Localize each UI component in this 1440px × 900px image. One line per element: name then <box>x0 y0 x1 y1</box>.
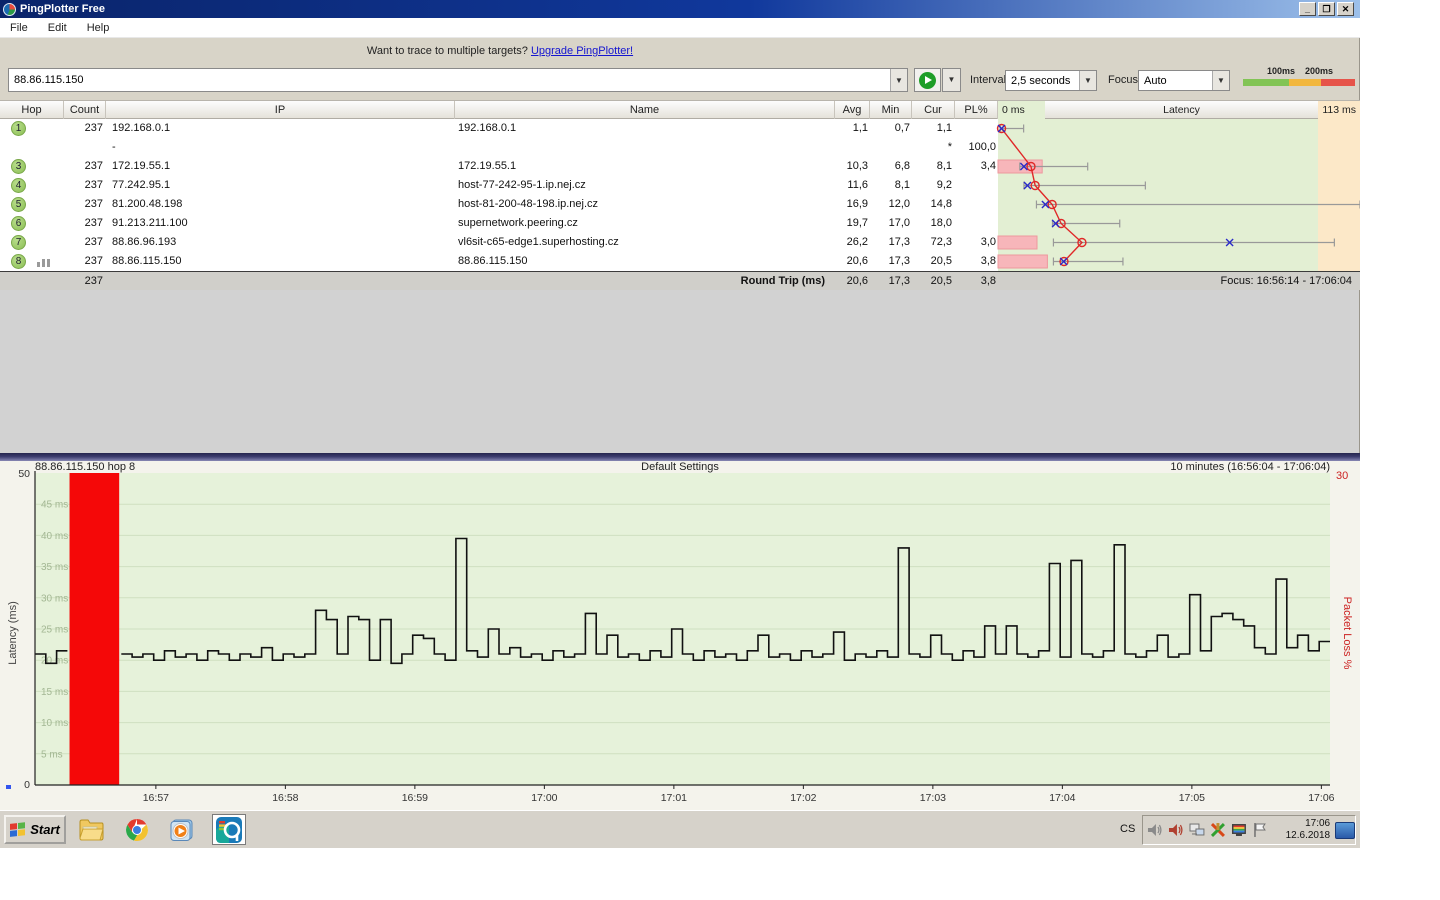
show-desktop-icon[interactable] <box>1335 822 1355 839</box>
chevron-down-icon[interactable]: ▼ <box>1212 71 1229 90</box>
toolbar: Want to trace to multiple targets? Upgra… <box>0 38 1360 100</box>
summary-label: Round Trip (ms) <box>600 272 825 291</box>
svg-text:0: 0 <box>24 779 30 791</box>
column-header-cur[interactable]: Cur <box>912 101 955 119</box>
pingplotter-icon <box>215 816 243 844</box>
menu-file[interactable]: File <box>0 20 38 36</box>
summary-count: 237 <box>60 272 103 291</box>
svg-text:5 ms: 5 ms <box>41 749 63 760</box>
pingplotter-taskbar-button[interactable] <box>212 814 246 845</box>
summary-cur: 20,5 <box>914 272 952 291</box>
legend-segment <box>1243 79 1289 86</box>
taskbar: Start <box>0 810 1360 848</box>
focus-combo[interactable]: Auto ▼ <box>1138 70 1230 91</box>
networx-icon[interactable] <box>1209 821 1227 839</box>
svg-text:17:06: 17:06 <box>1308 792 1334 804</box>
tray-date: 12.6.2018 <box>1274 830 1330 842</box>
latency-color-legend: 100ms200ms <box>1243 66 1355 94</box>
svg-text:40 ms: 40 ms <box>41 531 68 542</box>
media-player-icon[interactable] <box>168 817 194 843</box>
volume-icon[interactable] <box>1146 821 1164 839</box>
clock[interactable]: 17:06 12.6.2018 <box>1274 818 1330 842</box>
system-tray: 17:06 12.6.2018 <box>1142 815 1356 845</box>
column-header-latency: Latency <box>1045 101 1318 119</box>
svg-text:30: 30 <box>1336 470 1348 482</box>
chevron-down-icon[interactable]: ▼ <box>1079 71 1096 90</box>
menu-bar: FileEditHelp <box>0 18 1360 38</box>
windows-logo-icon <box>10 822 26 838</box>
trace-options-dropdown[interactable]: ▼ <box>942 68 961 92</box>
interval-label: Interval <box>970 74 1006 86</box>
flag-icon[interactable] <box>1251 821 1269 839</box>
legend-segment <box>1321 79 1355 86</box>
svg-text:Latency (ms): Latency (ms) <box>7 601 19 665</box>
pingplotter-app-icon <box>3 3 16 16</box>
menu-edit[interactable]: Edit <box>38 20 77 36</box>
svg-text:15 ms: 15 ms <box>41 687 68 698</box>
svg-text:17:02: 17:02 <box>790 792 816 804</box>
svg-text:17:00: 17:00 <box>531 792 557 804</box>
latency-scale-max: 113 ms <box>1318 101 1360 119</box>
interval-combo[interactable]: 2,5 seconds ▼ <box>1005 70 1097 91</box>
timeline-panel: Default Settings 88.86.115.150 hop 8 10 … <box>0 461 1360 810</box>
latency-range-graph <box>0 119 1360 271</box>
round-trip-summary-row: 237 Round Trip (ms) 20,6 17,3 20,5 3,8 F… <box>0 271 1360 290</box>
upgrade-prompt: Want to trace to multiple targets? Upgra… <box>0 45 1000 57</box>
svg-text:25 ms: 25 ms <box>41 625 68 636</box>
minimize-button[interactable]: _ <box>1299 2 1316 16</box>
keyboard-layout-indicator[interactable]: CS <box>1120 823 1135 835</box>
column-header-ip[interactable]: IP <box>106 101 455 119</box>
empty-client-area <box>0 290 1360 453</box>
focus-label: Focus <box>1108 74 1138 86</box>
svg-text:10 ms: 10 ms <box>41 718 68 729</box>
svg-text:35 ms: 35 ms <box>41 562 68 573</box>
svg-text:Packet Loss %: Packet Loss % <box>1341 597 1353 670</box>
chrome-icon[interactable] <box>124 817 150 843</box>
close-button[interactable]: ✕ <box>1337 2 1354 16</box>
column-header-count[interactable]: Count <box>64 101 106 119</box>
svg-text:16:58: 16:58 <box>272 792 298 804</box>
desktop: PingPlotter Free _ ❐ ✕ FileEditHelp Want… <box>0 0 1360 848</box>
column-header-pl[interactable]: PL% <box>955 101 998 119</box>
svg-text:17:05: 17:05 <box>1179 792 1205 804</box>
network-icon[interactable] <box>1188 821 1206 839</box>
column-header-hop[interactable]: Hop <box>0 101 64 119</box>
svg-text:17:03: 17:03 <box>920 792 946 804</box>
focus-range: Focus: 16:56:14 - 17:06:04 <box>1140 272 1352 291</box>
file-explorer-icon[interactable] <box>78 817 104 843</box>
restore-button[interactable]: ❐ <box>1318 2 1335 16</box>
trace-table-body: 1237192.168.0.1192.168.0.11,10,71,1-*100… <box>0 119 1360 271</box>
latency-scale-min: 0 ms <box>998 101 1045 119</box>
chevron-down-icon[interactable]: ▼ <box>890 69 907 91</box>
trace-table-header[interactable]: HopCountIPNameAvgMinCurPL%0 msLatency113… <box>0 100 1360 119</box>
svg-text:45 ms: 45 ms <box>41 500 68 511</box>
summary-pl: 3,8 <box>958 272 996 291</box>
upgrade-link[interactable]: Upgrade PingPlotter! <box>531 45 633 57</box>
tray-time: 17:06 <box>1274 818 1330 830</box>
target-address-combo[interactable]: 88.86.115.150 ▼ <box>8 68 908 92</box>
start-button[interactable]: Start <box>4 815 66 844</box>
start-trace-button[interactable] <box>914 68 941 92</box>
latency-timeline-chart[interactable]: 45 ms40 ms35 ms30 ms25 ms20 ms15 ms10 ms… <box>0 463 1360 808</box>
target-address-value: 88.86.115.150 <box>9 74 890 86</box>
window-title: PingPlotter Free <box>20 3 105 15</box>
svg-text:16:59: 16:59 <box>402 792 428 804</box>
svg-text:17:04: 17:04 <box>1049 792 1075 804</box>
play-icon <box>919 72 936 89</box>
menu-help[interactable]: Help <box>77 20 120 36</box>
summary-min: 17,3 <box>872 272 910 291</box>
display-settings-icon[interactable] <box>1230 821 1248 839</box>
svg-text:30 ms: 30 ms <box>41 593 68 604</box>
summary-avg: 20,6 <box>828 272 868 291</box>
column-header-min[interactable]: Min <box>870 101 912 119</box>
svg-text:16:57: 16:57 <box>143 792 169 804</box>
svg-text:50: 50 <box>18 468 30 480</box>
svg-text:17:01: 17:01 <box>661 792 687 804</box>
column-header-avg[interactable]: Avg <box>835 101 870 119</box>
window-titlebar[interactable]: PingPlotter Free _ ❐ ✕ <box>0 0 1360 18</box>
legend-segment <box>1289 79 1321 86</box>
volume-mixer-icon[interactable] <box>1167 821 1185 839</box>
column-header-name[interactable]: Name <box>455 101 835 119</box>
pane-splitter[interactable] <box>0 453 1360 461</box>
